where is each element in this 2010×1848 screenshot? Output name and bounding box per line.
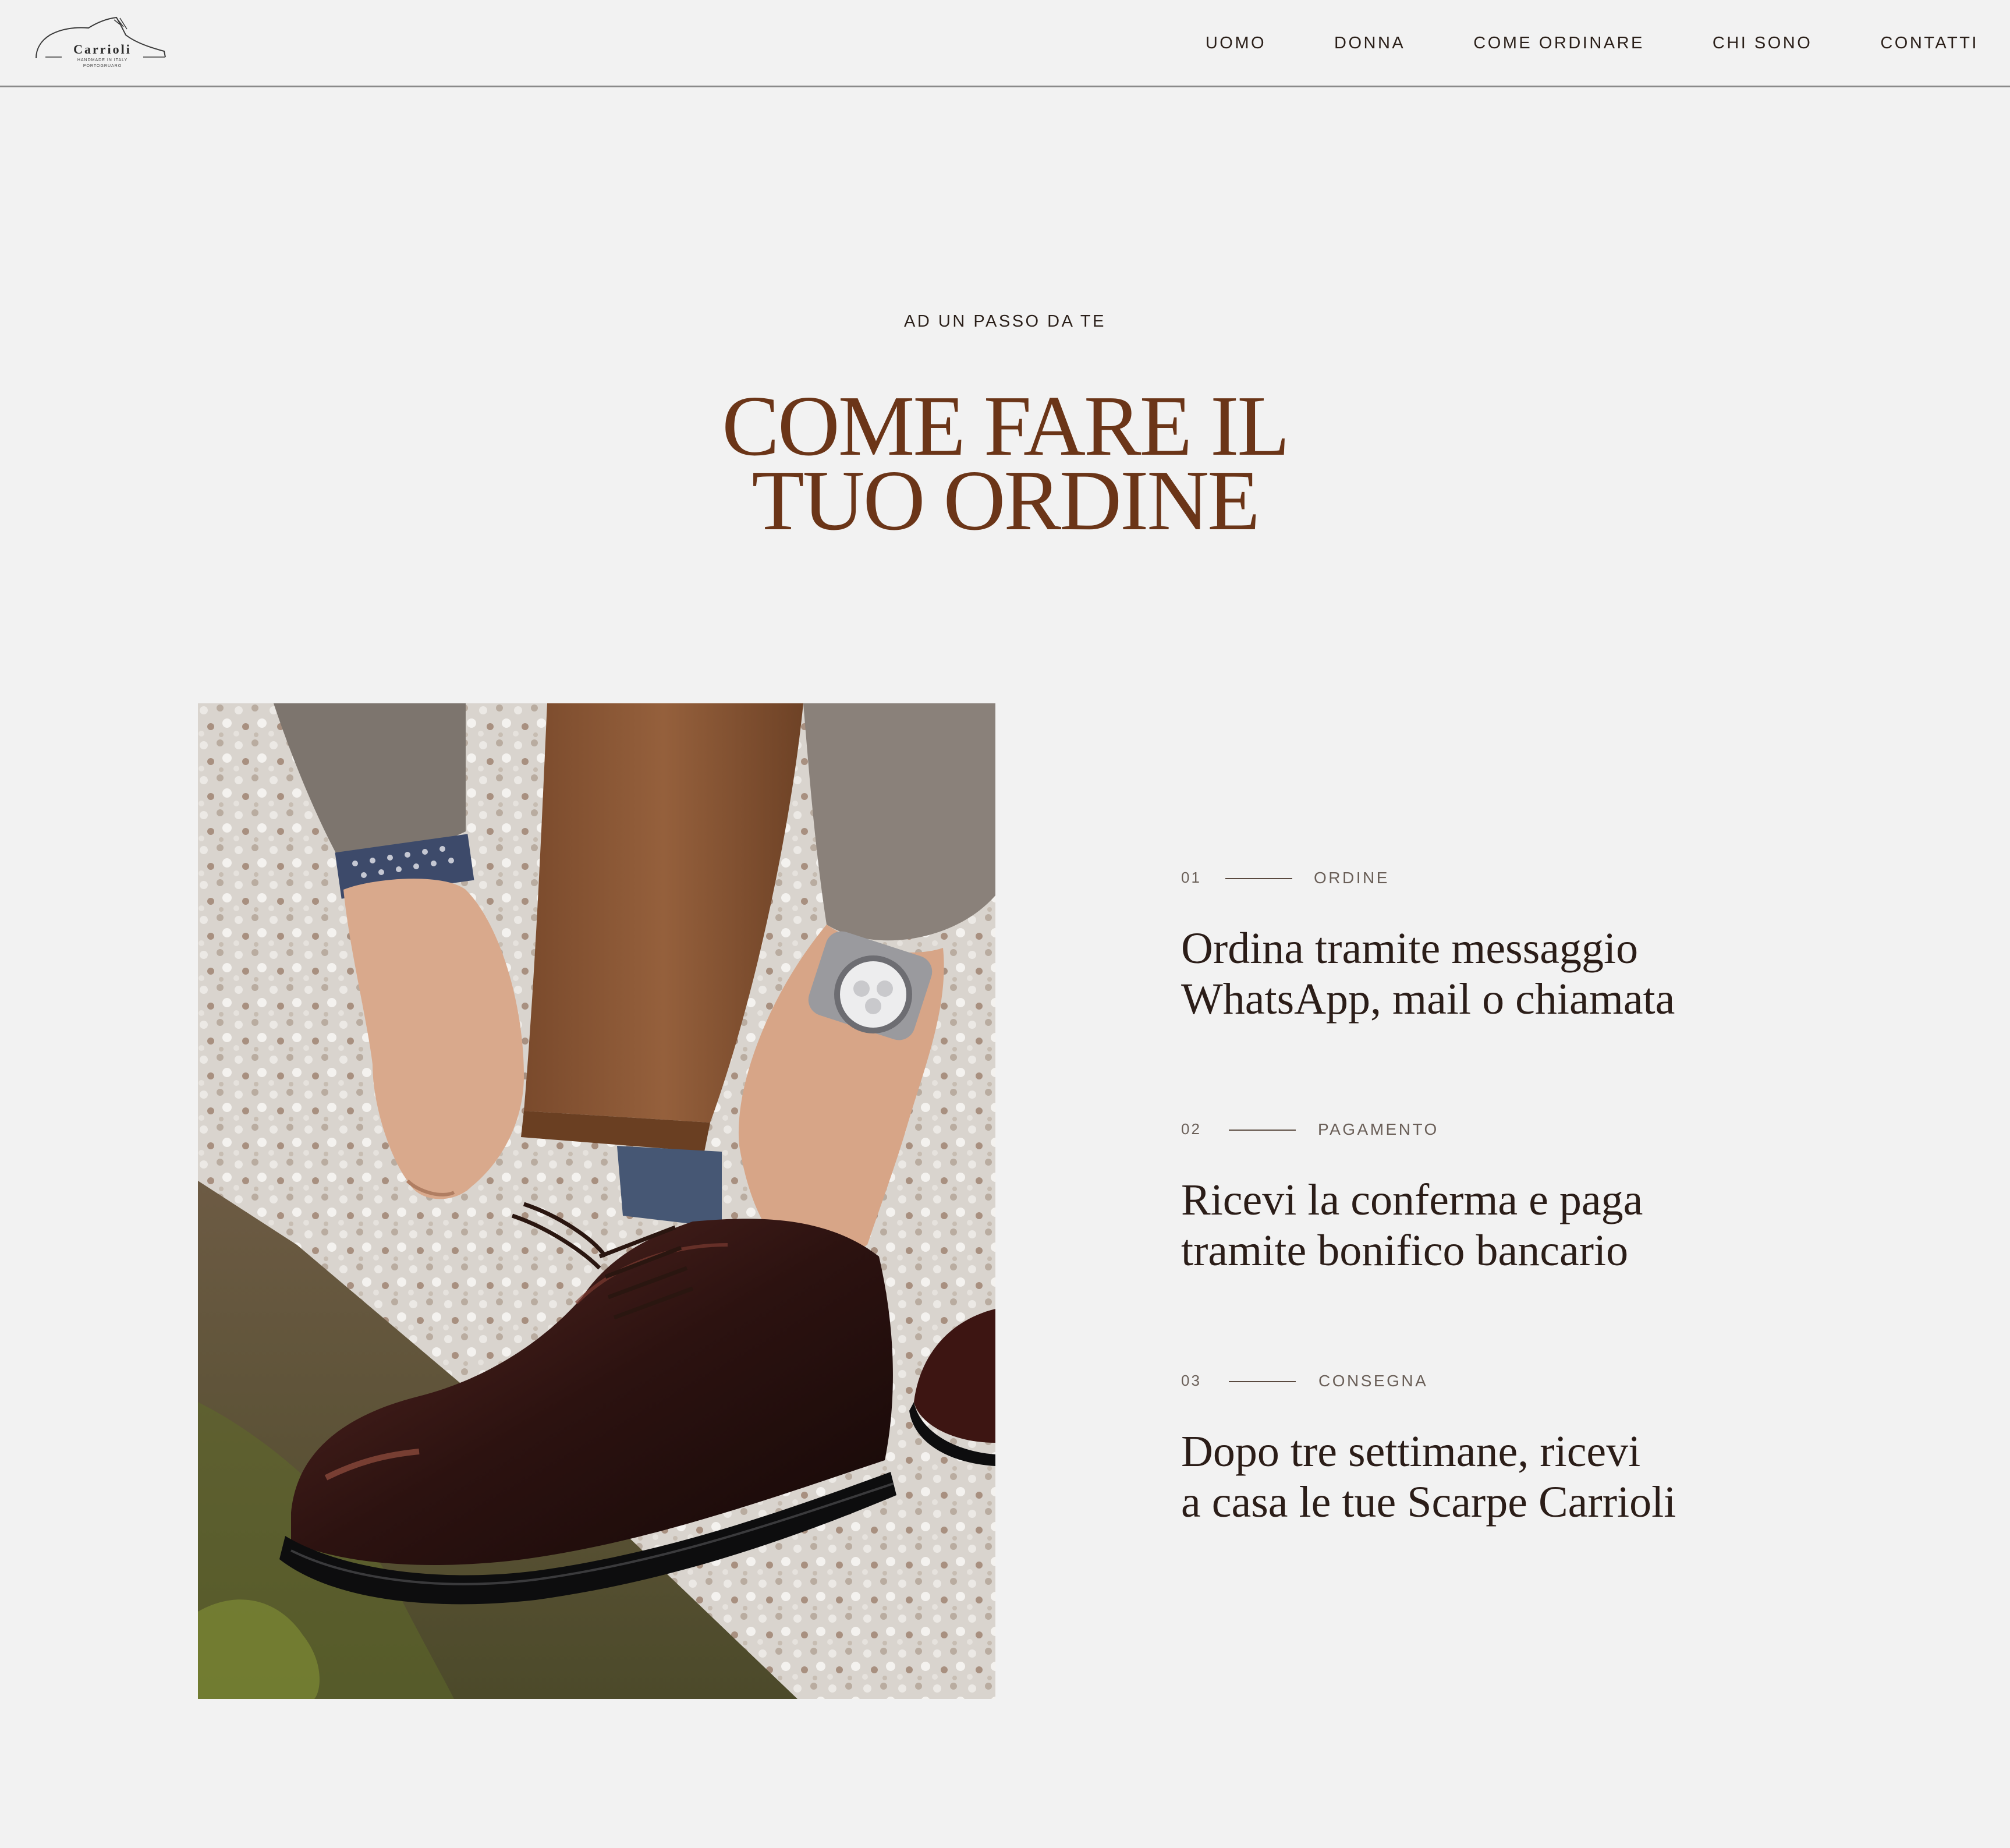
logo-location: PORTOGRUARO	[83, 64, 122, 68]
logo-tagline: HANDMADE IN ITALY	[77, 58, 128, 62]
step-description: Ordina tramite messaggio WhatsApp, mail …	[1181, 923, 1705, 1025]
step-description-line-2: WhatsApp, mail o chiamata	[1181, 975, 1675, 1024]
step-divider	[1229, 1130, 1296, 1131]
step-divider	[1225, 878, 1292, 879]
site-header: Carrioli HANDMADE IN ITALY PORTOGRUARO U…	[0, 0, 2010, 87]
carrioli-logo[interactable]: Carrioli HANDMADE IN ITALY PORTOGRUARO	[33, 16, 168, 71]
nav-item-contatti[interactable]: CONTATTI	[1880, 34, 1979, 53]
step-description-line-1: Dopo tre settimane, ricevi	[1181, 1427, 1641, 1476]
page-title-line-1: COME FARE IL	[722, 378, 1290, 474]
step-label: CONSEGNA	[1318, 1372, 1428, 1390]
nav-item-donna[interactable]: DONNA	[1334, 34, 1405, 53]
section-kicker: AD UN PASSO DA TE	[904, 312, 1106, 331]
step-description-line-2: a casa le tue Scarpe Carrioli	[1181, 1478, 1676, 1527]
step-description-line-1: Ordina tramite messaggio	[1181, 924, 1639, 973]
step-divider	[1229, 1381, 1296, 1382]
step-number: 02	[1181, 1120, 1201, 1138]
step-label: PAGAMENTO	[1318, 1120, 1439, 1138]
shoe-lacing-photo	[198, 703, 995, 1699]
main-nav: UOMO DONNA COME ORDINARE CHI SONO CONTAT…	[1206, 34, 1979, 53]
step-description-line-1: Ricevi la conferma e paga	[1181, 1176, 1643, 1224]
step-number: 01	[1181, 869, 1201, 886]
nav-item-chi-sono[interactable]: CHI SONO	[1713, 34, 1812, 53]
step-description: Ricevi la conferma e paga tramite bonifi…	[1181, 1175, 1705, 1276]
nav-item-uomo[interactable]: UOMO	[1206, 34, 1266, 53]
step-description-line-2: tramite bonifico bancario	[1181, 1226, 1629, 1275]
step-label: ORDINE	[1314, 869, 1389, 887]
logo-wordmark: Carrioli	[73, 42, 132, 56]
nav-item-come-ordinare[interactable]: COME ORDINARE	[1473, 34, 1644, 53]
page-title: COME FARE IL TUO ORDINE	[0, 378, 2010, 548]
step-number: 03	[1181, 1372, 1201, 1389]
page-title-line-2: TUO ORDINE	[751, 453, 1260, 548]
step-description: Dopo tre settimane, ricevi a casa le tue…	[1181, 1426, 1705, 1528]
